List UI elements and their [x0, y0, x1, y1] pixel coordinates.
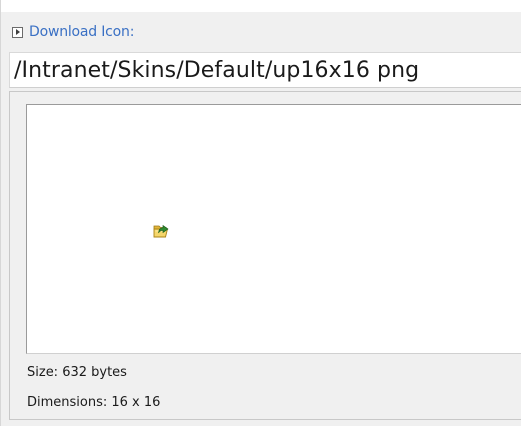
download-icon-label[interactable]: Download Icon: [29, 24, 134, 40]
file-size-text: Size: 632 bytes [27, 365, 127, 380]
icon-path-field[interactable]: /Intranet/Skins/Default/up16x16 png [9, 52, 521, 88]
download-icon-header[interactable]: Download Icon: [12, 22, 134, 42]
left-divider [0, 0, 1, 426]
icon-preview-panel: Size: 632 bytes Dimensions: 16 x 16 [9, 91, 521, 420]
icon-preview-canvas [26, 104, 521, 354]
top-spacer [1, 0, 521, 12]
dimensions-text: Dimensions: 16 x 16 [27, 395, 161, 410]
download-icon-panel: Download Icon: /Intranet/Skins/Default/u… [0, 0, 521, 426]
icon-path-value: /Intranet/Skins/Default/up16x16 png [14, 57, 420, 83]
folder-up-icon [153, 224, 169, 238]
expand-triangle-icon[interactable] [12, 26, 23, 38]
